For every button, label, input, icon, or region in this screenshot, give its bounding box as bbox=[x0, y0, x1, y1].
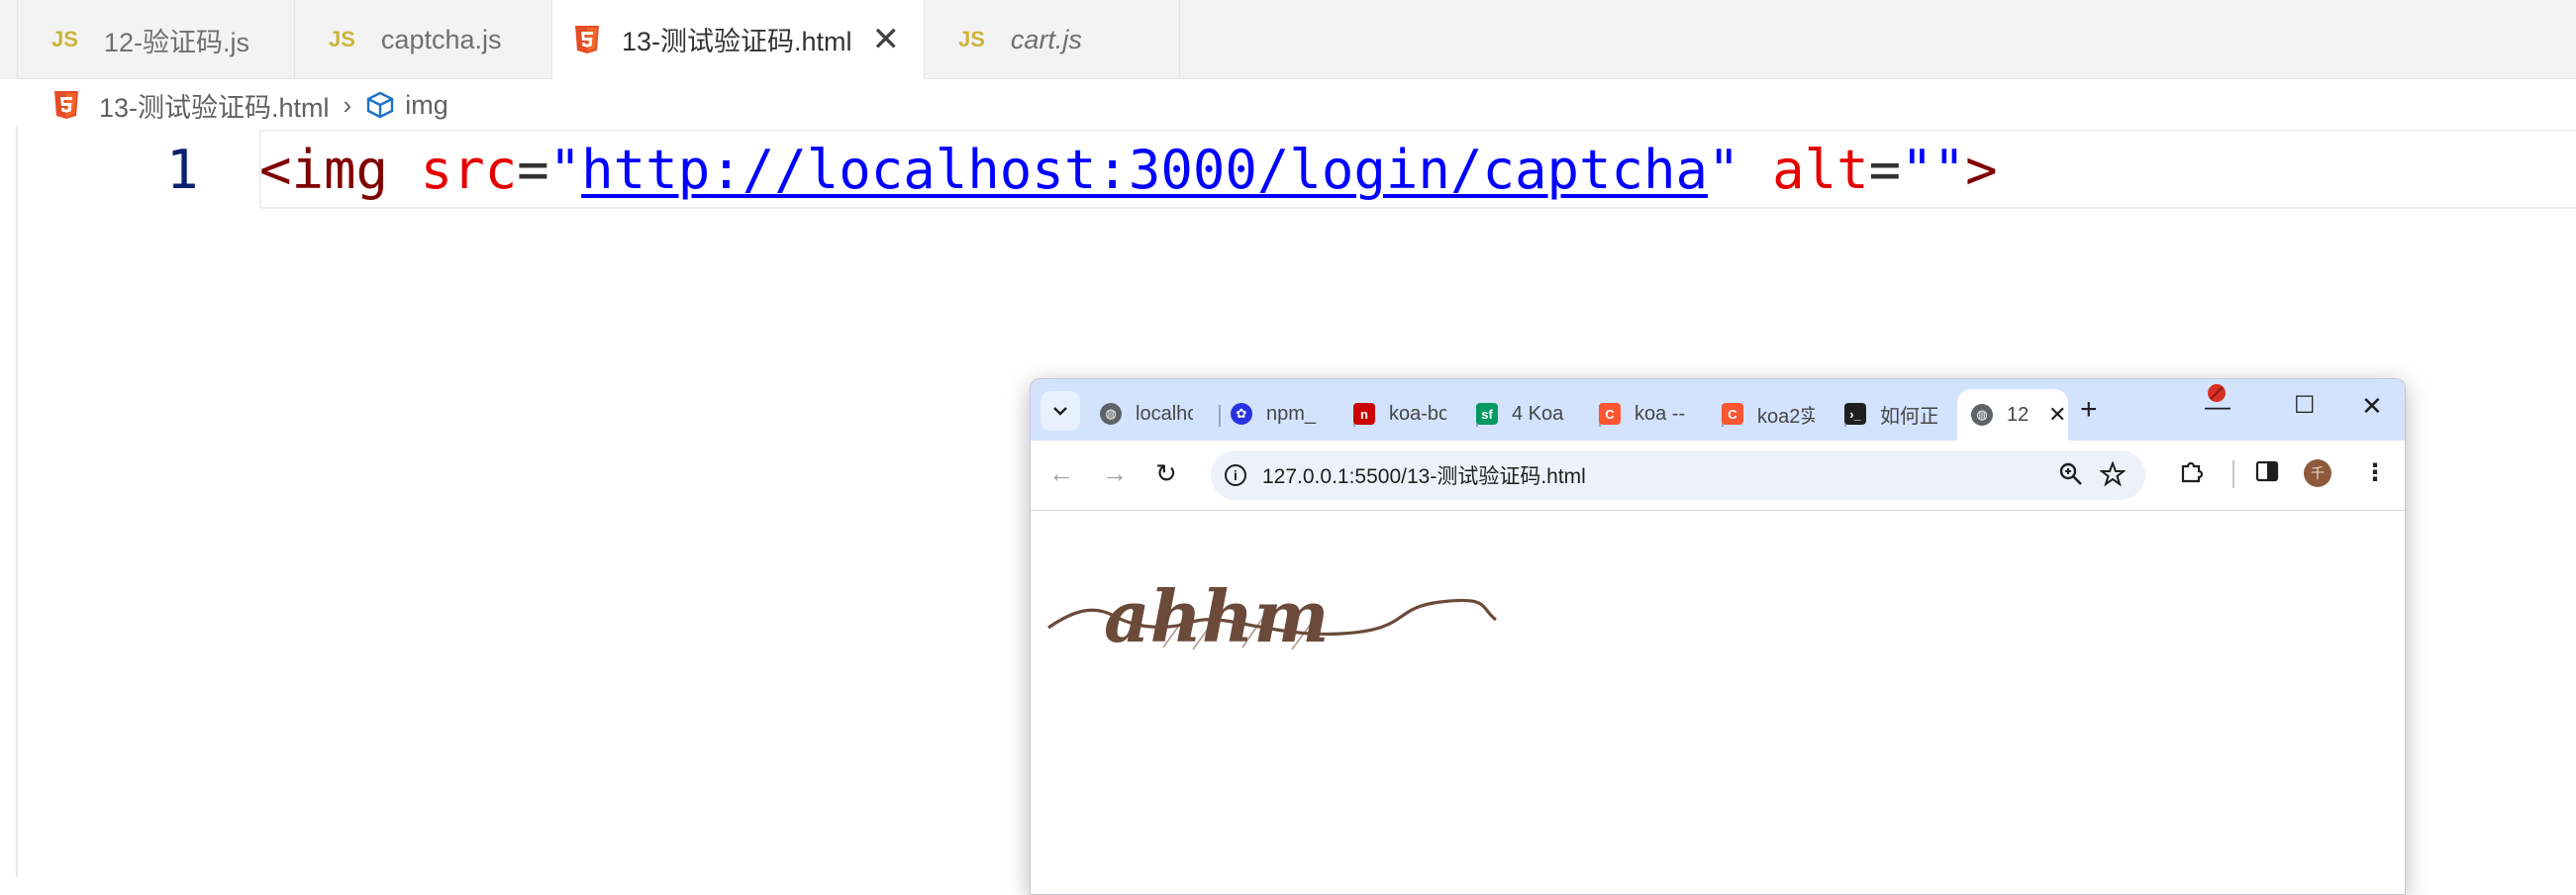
js-file-icon: JS bbox=[329, 27, 355, 51]
editor-left-border bbox=[16, 127, 18, 877]
csdn-icon: C bbox=[1722, 403, 1743, 425]
browser-tab-title: koa -- bbox=[1635, 402, 1686, 425]
empty-string: "" bbox=[1901, 139, 1966, 201]
globe-icon: ◍ bbox=[1100, 403, 1122, 425]
close-tab-icon[interactable]: ✕ bbox=[2048, 402, 2066, 428]
js-file-icon: JS bbox=[51, 27, 78, 51]
equals-sign: = bbox=[1868, 139, 1902, 201]
csdn-icon: C bbox=[1599, 403, 1621, 425]
browser-tab-4-koa[interactable]: sf 4 Koa bbox=[1476, 389, 1599, 439]
browser-tab-title: koa-bo bbox=[1389, 402, 1446, 425]
maximize-button[interactable]: ☐ bbox=[2294, 391, 2316, 420]
address-bar[interactable]: i 127.0.0.1:5500/13-测试验证码.html bbox=[1211, 450, 2145, 500]
browser-window: ◍ localhost ✿ npm_ n koa-bo sf 4 Koa C k… bbox=[1030, 378, 2406, 895]
tab-bar-edge bbox=[0, 0, 18, 79]
page-content: ahhm bbox=[1031, 511, 2405, 894]
tab-separator bbox=[1219, 405, 1221, 427]
tag-close-bracket: > bbox=[1965, 139, 1998, 201]
browser-tab-strip: ◍ localhost ✿ npm_ n koa-bo sf 4 Koa C k… bbox=[1031, 379, 2405, 441]
tab-12-captcha-js[interactable]: JS 12-验证码.js bbox=[18, 0, 295, 79]
breadcrumb-file[interactable]: 13-测试验证码.html bbox=[99, 86, 330, 125]
browser-tab-npm[interactable]: ✿ npm_ bbox=[1231, 389, 1353, 439]
browser-tab-title: localhost bbox=[1136, 402, 1193, 425]
code-line[interactable]: <img src="http://localhost:3000/login/ca… bbox=[259, 139, 1998, 201]
baidu-paw-icon: ✿ bbox=[1231, 403, 1252, 425]
tab-cart-js[interactable]: JS cart.js bbox=[925, 0, 1180, 79]
forward-arrow-icon[interactable]: → bbox=[1102, 458, 1128, 489]
captcha-image: ahhm bbox=[1044, 550, 1500, 669]
browser-tab-title: 如何正 bbox=[1880, 405, 1937, 428]
zoom-icon[interactable] bbox=[2058, 461, 2084, 492]
browser-tab-title: 4 Koa bbox=[1512, 402, 1564, 425]
src-url-link[interactable]: http://localhost:3000/login/captcha bbox=[581, 139, 1708, 201]
string-quote-open: " bbox=[548, 139, 582, 201]
attr-alt: alt bbox=[1772, 139, 1869, 201]
breadcrumb-symbol[interactable]: img bbox=[405, 90, 448, 121]
bookmark-star-icon[interactable] bbox=[2099, 460, 2127, 492]
tab-search-button[interactable] bbox=[1040, 391, 1080, 431]
chevron-down-icon bbox=[1053, 407, 1067, 416]
tag-name: img bbox=[291, 139, 389, 201]
html5-file-icon bbox=[574, 25, 600, 54]
browser-tab-koa-body[interactable]: n koa-bo bbox=[1353, 389, 1476, 439]
extensions-puzzle-icon[interactable] bbox=[2179, 458, 2205, 491]
js-file-icon: JS bbox=[958, 27, 985, 51]
npm-icon: n bbox=[1353, 403, 1375, 425]
browser-tab-active[interactable]: ◍ 12 ✕ bbox=[1957, 389, 2068, 441]
equals-sign: = bbox=[517, 139, 549, 201]
captcha-text: ahhm bbox=[1104, 574, 1330, 658]
tab-captcha-js[interactable]: JS captcha.js bbox=[295, 0, 552, 79]
browser-tab-how-to[interactable]: ›_ 如何正 bbox=[1844, 389, 1967, 439]
minimize-button[interactable]: — bbox=[2205, 391, 2230, 422]
browser-tab-title: koa2实 bbox=[1757, 405, 1815, 428]
back-arrow-icon[interactable]: ← bbox=[1048, 458, 1074, 489]
cube-symbol-icon bbox=[365, 91, 395, 119]
line-number: 1 bbox=[166, 139, 199, 201]
tab-13-test-captcha-html[interactable]: 13-测试验证码.html ✕ bbox=[552, 0, 925, 79]
editor-tab-bar: JS 12-验证码.js JS captcha.js 13-测试验证码.html… bbox=[0, 0, 2576, 79]
html5-file-icon bbox=[53, 90, 79, 120]
new-tab-button[interactable]: + bbox=[2080, 393, 2098, 427]
terminal-icon: ›_ bbox=[1844, 403, 1866, 425]
browser-toolbar: ← → ↻ i 127.0.0.1:5500/13-测试验证码.html 千 ⋮ bbox=[1031, 441, 2405, 511]
reload-icon[interactable]: ↻ bbox=[1155, 458, 1177, 489]
tag-open-bracket: < bbox=[259, 139, 292, 201]
address-url[interactable]: 127.0.0.1:5500/13-测试验证码.html bbox=[1262, 460, 1586, 490]
breadcrumb: 13-测试验证码.html › img bbox=[53, 83, 448, 127]
sf-icon: sf bbox=[1476, 403, 1498, 425]
browser-tab-koa2[interactable]: C koa2实 bbox=[1722, 389, 1844, 439]
tab-label: 12-验证码.js bbox=[103, 27, 249, 57]
attr-src: src bbox=[420, 139, 518, 201]
tab-label: 13-测试验证码.html bbox=[622, 27, 852, 56]
chevron-right-icon: › bbox=[343, 89, 352, 120]
browser-tab-localhost[interactable]: ◍ localhost bbox=[1100, 389, 1219, 439]
side-panel-icon[interactable] bbox=[2254, 458, 2280, 491]
avatar[interactable]: 千 bbox=[2304, 459, 2331, 487]
tab-label: cart.js bbox=[1010, 24, 1082, 54]
browser-tab-koa[interactable]: C koa -- bbox=[1599, 389, 1722, 439]
globe-icon: ◍ bbox=[1971, 404, 1993, 426]
toolbar-divider bbox=[2232, 460, 2234, 488]
browser-tab-title: npm_ bbox=[1266, 402, 1317, 425]
tab-label: captcha.js bbox=[380, 24, 502, 54]
browser-tab-title: 12 bbox=[2007, 403, 2030, 426]
more-menu-icon[interactable]: ⋮ bbox=[2363, 458, 2387, 487]
close-window-button[interactable]: ✕ bbox=[2361, 391, 2383, 422]
site-info-icon[interactable]: i bbox=[1225, 464, 1246, 486]
string-quote-close: " bbox=[1708, 139, 1740, 201]
close-icon[interactable]: ✕ bbox=[872, 23, 901, 56]
